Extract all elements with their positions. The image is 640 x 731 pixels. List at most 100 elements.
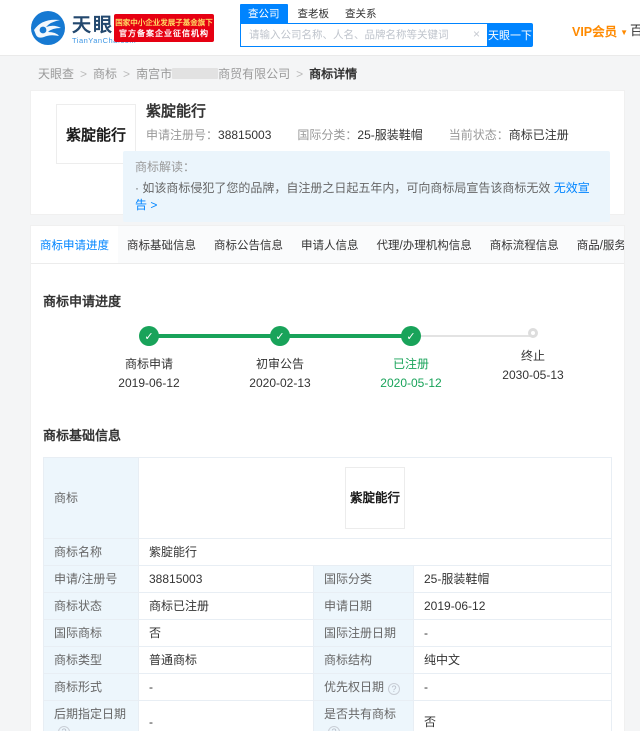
search-tab-boss[interactable]: 查老板 [298, 4, 330, 23]
info-label: 申请/注册号 [43, 565, 139, 593]
breadcrumb: 天眼查 > 商标 > 南宫市 商贸有限公司 > 商标详情 [0, 56, 640, 90]
timeline-step: ✓ 已注册 2020-05-12 [363, 326, 459, 390]
breadcrumb-home[interactable]: 天眼查 [38, 67, 74, 81]
info-label: 是否共有商标? [313, 700, 414, 731]
site-header: 天眼查 TianYanCha.com 国家中小企业发展子基金旗下 官方备案企业征… [0, 0, 640, 56]
table-row: 申请/注册号 38815003 国际分类 25-服装鞋帽 [43, 565, 612, 593]
info-label: 优先权日期? [313, 673, 414, 701]
help-icon[interactable]: ? [58, 726, 70, 731]
info-label: 国际商标 [43, 619, 139, 647]
breadcrumb-separator: > [296, 67, 304, 81]
step-date: 2020-05-12 [380, 376, 442, 390]
chevron-down-icon: ▼ [620, 28, 629, 37]
step-label: 已注册 [392, 357, 429, 371]
table-row: 商标状态 商标已注册 申请日期 2019-06-12 [43, 592, 612, 620]
search-input[interactable] [240, 23, 487, 47]
step-label: 终止 [520, 349, 545, 363]
vip-label: VIP会员 [572, 25, 618, 39]
clear-icon[interactable]: × [473, 27, 480, 41]
help-icon[interactable]: ? [388, 683, 401, 695]
step-date: 2030-05-13 [502, 368, 564, 382]
info-value: 25-服装鞋帽 [413, 565, 612, 593]
trademark-detail-card: 商标申请进度 商标基础信息 商标公告信息 申请人信息 代理/办理机构信息 商标流程信息 商品… [30, 225, 625, 731]
trademark-interpretation: 商标解读： · 如该商标侵犯了您的品牌，自注册之日起五年内，可向商标局宣告该商标… [123, 151, 610, 222]
info-value: 紫腚能行 [138, 538, 612, 566]
trademark-summary-card: 紫腚能行 紫腚能行 申请注册号：38815003 国际分类：25-服装鞋帽 当前… [30, 90, 625, 222]
table-row: 商标 紫腚能行 [43, 457, 612, 539]
progress-timeline: ✓ 商标申请 2019-06-12 ✓ 初审公告 2020-02-13 ✓ 已注册 2020-0… [43, 326, 612, 398]
breadcrumb-trademark[interactable]: 商标 [93, 67, 117, 81]
timeline-step: 终止 2030-05-13 [485, 326, 581, 382]
trademark-meta: 申请注册号：38815003 国际分类：25-服装鞋帽 当前状态：商标已注册 [146, 126, 595, 143]
intl-class-value: 25-服装鞋帽 [357, 128, 423, 142]
main-tab-1[interactable]: 商标基础信息 [118, 226, 205, 263]
info-value: - [138, 673, 314, 701]
detail-tabbar: 商标申请进度 商标基础信息 商标公告信息 申请人信息 代理/办理机构信息 商标流程信息 商品… [31, 226, 624, 264]
main-tab-4[interactable]: 代理/办理机构信息 [368, 226, 481, 263]
check-circle-icon: ✓ [270, 326, 290, 346]
trademark-image: 紫腚能行 [345, 467, 405, 529]
page: 天眼查 TianYanCha.com 国家中小企业发展子基金旗下 官方备案企业征… [0, 0, 640, 731]
table-row: 商标类型 普通商标 商标结构 纯中文 [43, 646, 612, 674]
info-label: 商标结构 [313, 646, 414, 674]
search-tab-company[interactable]: 查公司 [240, 4, 288, 23]
certification-badge: 国家中小企业发展子基金旗下 官方备案企业征信机构 [114, 14, 214, 42]
main-tab-6[interactable]: 商品/服务项目 [568, 226, 624, 263]
info-label: 国际注册日期 [313, 619, 414, 647]
breadcrumb-current: 商标详情 [309, 67, 358, 81]
reg-no-value: 38815003 [218, 128, 272, 142]
main-tab-2[interactable]: 商标公告信息 [205, 226, 292, 263]
table-row: 国际商标否国际注册日期 - [43, 619, 612, 647]
info-value: - [413, 619, 612, 647]
edge-nav-item[interactable]: 百 [630, 20, 640, 39]
breadcrumb-separator: > [80, 67, 88, 81]
info-value: 纯中文 [413, 646, 612, 674]
pending-circle-icon [528, 328, 538, 338]
main-tab-5[interactable]: 商标流程信息 [481, 226, 568, 263]
info-label: 国际分类 [313, 565, 414, 593]
search-area: 查公司 查老板 查关系 × 天眼一下 [240, 4, 533, 47]
info-value: - [138, 700, 314, 731]
breadcrumb-separator: > [123, 67, 131, 81]
redacted-company-name [172, 68, 219, 79]
info-value: 普通商标 [138, 646, 314, 674]
breadcrumb-company[interactable]: 南宫市 商贸有限公司 [136, 67, 290, 81]
interpretation-text: · 如该商标侵犯了您的品牌，自注册之日起五年内，可向商标局宣告该商标无效 [135, 181, 551, 195]
table-row: 后期指定日期?-是否共有商标?否 [43, 700, 612, 731]
info-value: - [413, 673, 612, 701]
search-tab-relation[interactable]: 查关系 [345, 4, 377, 23]
info-value: 商标已注册 [138, 592, 314, 620]
timeline-step: ✓ 初审公告 2020-02-13 [232, 326, 328, 390]
search-tabs: 查公司 查老板 查关系 [240, 4, 533, 23]
step-date: 2020-02-13 [249, 376, 311, 390]
reg-no-label: 申请注册号： [146, 128, 219, 142]
timeline-step: ✓ 商标申请 2019-06-12 [101, 326, 197, 390]
info-label: 商标状态 [43, 592, 139, 620]
status-value: 商标已注册 [508, 128, 569, 142]
intl-class-label: 国际分类： [297, 128, 358, 142]
step-label: 商标申请 [124, 357, 173, 371]
company-prefix: 南宫市 [136, 67, 173, 81]
search-button[interactable]: 天眼一下 [487, 23, 533, 47]
interpretation-title: 商标解读： [135, 160, 196, 174]
info-value: 否 [413, 700, 612, 731]
info-label: 商标 [43, 457, 139, 539]
info-label: 商标名称 [43, 538, 139, 566]
step-label: 初审公告 [255, 357, 304, 371]
basic-info-table: 商标 紫腚能行 商标名称 紫腚能行 申请/注册号 38815003 国际分类 25-服装鞋帽商… [43, 457, 612, 731]
main-tab-0[interactable]: 商标申请进度 [31, 226, 118, 263]
info-label: 申请日期 [313, 592, 414, 620]
status-label: 当前状态： [448, 128, 509, 142]
help-icon[interactable]: ? [328, 726, 340, 731]
main-tab-3[interactable]: 申请人信息 [292, 226, 368, 263]
basic-info-section-title: 商标基础信息 [43, 428, 122, 443]
check-circle-icon: ✓ [401, 326, 421, 346]
info-label: 后期指定日期? [43, 700, 139, 731]
badge-line2: 官方备案企业征信机构 [119, 28, 209, 38]
company-suffix: 商贸有限公司 [218, 67, 291, 81]
info-value: 否 [138, 619, 314, 647]
progress-section-title: 商标申请进度 [43, 294, 122, 309]
step-date: 2019-06-12 [118, 376, 180, 390]
info-value: 紫腚能行 [138, 457, 612, 539]
vip-menu[interactable]: VIP会员 ▼ [572, 21, 628, 40]
